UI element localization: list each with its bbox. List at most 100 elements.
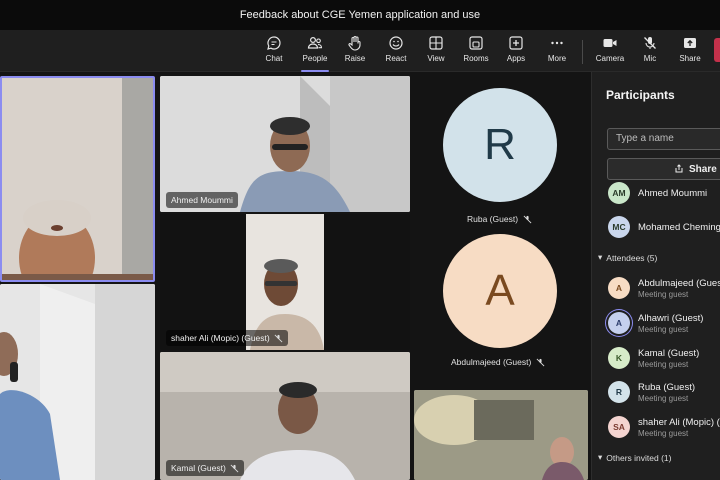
name-tag-shaher: shaher Ali (Mopic) (Guest): [166, 330, 288, 346]
participants-panel: Participants Type a name Share i AM Ahme…: [591, 72, 720, 480]
people-label: People: [302, 54, 328, 63]
mic-off-icon: [536, 358, 545, 366]
participant-video-bottom-right: [414, 390, 588, 480]
avatar: SA: [608, 416, 630, 438]
participant-name: Alhawri (Guest): [638, 312, 704, 324]
share-link-icon: [675, 164, 683, 173]
more-button[interactable]: More: [537, 35, 577, 69]
participant-row-abdulmajeed[interactable]: A Abdulmajeed (Gues Meeting guest: [608, 277, 720, 299]
mic-off-icon: [230, 464, 239, 472]
participant-name: Kamal (Guest): [638, 347, 700, 359]
participant-row-kamal[interactable]: K Kamal (Guest) Meeting guest: [608, 347, 699, 369]
camera-icon: [603, 39, 617, 47]
toolbar-divider: [582, 40, 583, 64]
video-tile-kamal[interactable]: Kamal (Guest): [160, 352, 410, 480]
participant-name: Ahmed Moummi: [638, 187, 708, 199]
apps-icon: [509, 36, 523, 50]
participant-row-shaher[interactable]: SA shaher Ali (Mopic) ( Meeting guest: [608, 416, 720, 438]
mic-off-icon: [644, 37, 656, 49]
label-ruba: Ruba (Guest): [467, 214, 532, 224]
video-tile-ahmed[interactable]: Ahmed Moummi: [160, 76, 410, 212]
rooms-button[interactable]: Rooms: [456, 35, 496, 69]
chat-button[interactable]: Chat: [254, 35, 294, 69]
video-stage: Ahmed Moummi shaher Ali (Mopic) (Guest): [0, 72, 591, 480]
chevron-down-icon: ▾: [598, 452, 603, 462]
participant-role: Meeting guest: [638, 359, 689, 369]
mic-off-icon: [274, 334, 283, 342]
avatar-ruba: R: [443, 88, 557, 202]
share-icon: [684, 38, 696, 48]
avatar: A: [608, 312, 630, 334]
view-icon: [429, 36, 443, 50]
name-tag-ahmed-text: Ahmed Moummi: [171, 195, 233, 205]
chat-label: Chat: [265, 54, 283, 63]
share-label: Share: [679, 54, 701, 63]
leave-button[interactable]: [714, 38, 720, 62]
more-label: More: [547, 54, 567, 63]
raise-label: Raise: [344, 54, 366, 63]
name-tag-kamal-text: Kamal (Guest): [171, 463, 226, 473]
video-tile-bottom-left[interactable]: [0, 284, 155, 480]
raise-hand-button[interactable]: Raise: [335, 35, 375, 69]
participant-row-alhawri[interactable]: A Alhawri (Guest) Meeting guest: [608, 312, 703, 334]
participant-video-speaker: [2, 78, 153, 280]
label-ruba-text: Ruba (Guest): [467, 214, 519, 224]
share-button[interactable]: Share: [670, 35, 710, 69]
camera-button[interactable]: Camera: [590, 35, 630, 69]
participant-name: Mohamed Cheming: [638, 221, 720, 233]
avatar: MC: [608, 216, 630, 238]
participant-role: Meeting guest: [638, 289, 689, 299]
avatar: AM: [608, 182, 630, 204]
react-icon: [389, 36, 403, 50]
avatar: R: [608, 381, 630, 403]
raise-hand-icon: [348, 35, 361, 51]
meeting-toolbar: Chat People Raise React View Rooms Apps …: [0, 30, 720, 72]
chevron-down-icon: ▾: [598, 252, 603, 262]
share-invite-button[interactable]: Share i: [607, 158, 720, 180]
participant-role: Meeting guest: [638, 324, 689, 334]
participant-video-bottom-left: [0, 284, 155, 480]
avatar: A: [608, 277, 630, 299]
react-label: React: [385, 54, 407, 63]
share-invite-label: Share i: [689, 163, 720, 175]
people-button[interactable]: People: [295, 35, 335, 72]
view-button[interactable]: View: [416, 35, 456, 69]
video-tile-shaher[interactable]: shaher Ali (Mopic) (Guest): [160, 214, 410, 350]
video-tile-speaker[interactable]: [0, 76, 155, 282]
avatar-abdulmajeed: A: [443, 234, 557, 348]
participant-name: Abdulmajeed (Gues: [638, 277, 720, 289]
view-label: View: [427, 54, 445, 63]
participant-search-input[interactable]: Type a name: [607, 128, 720, 150]
participant-name: shaher Ali (Mopic) (: [638, 416, 720, 428]
rooms-icon: [469, 36, 483, 50]
people-icon: [307, 36, 323, 49]
window-title: Feedback about CGE Yemen application and…: [0, 0, 720, 30]
chat-icon: [267, 36, 281, 50]
attendees-section-header[interactable]: ▾ Attendees (5): [598, 252, 657, 263]
participant-row-ahmed[interactable]: AM Ahmed Moummi: [608, 182, 707, 204]
name-tag-shaher-text: shaher Ali (Mopic) (Guest): [171, 333, 270, 343]
others-invited-section-header[interactable]: ▾ Others invited (1): [598, 452, 671, 463]
participant-name: Ruba (Guest): [638, 381, 696, 393]
participant-row-mohamed[interactable]: MC Mohamed Cheming: [608, 216, 720, 238]
panel-title: Participants: [606, 88, 675, 102]
label-abdulmajeed: Abdulmajeed (Guest): [451, 357, 545, 367]
mic-label: Mic: [643, 54, 657, 63]
attendees-header-text: Attendees (5): [606, 252, 658, 263]
participant-role: Meeting guest: [638, 393, 689, 403]
name-tag-ahmed: Ahmed Moummi: [166, 192, 238, 208]
others-header-text: Others invited (1): [606, 452, 672, 463]
label-abdulmajeed-text: Abdulmajeed (Guest): [451, 357, 532, 367]
name-tag-kamal: Kamal (Guest): [166, 460, 244, 476]
video-tile-bottom-right[interactable]: [414, 390, 588, 480]
apps-button[interactable]: Apps: [496, 35, 536, 69]
react-button[interactable]: React: [376, 35, 416, 69]
avatar: K: [608, 347, 630, 369]
mic-button[interactable]: Mic: [630, 35, 670, 69]
apps-label: Apps: [506, 54, 526, 63]
avatar-tile-ruba[interactable]: R: [414, 76, 588, 226]
participant-row-ruba[interactable]: R Ruba (Guest) Meeting guest: [608, 381, 695, 403]
camera-label: Camera: [595, 54, 625, 63]
participant-role: Meeting guest: [638, 428, 689, 438]
rooms-label: Rooms: [463, 54, 489, 63]
